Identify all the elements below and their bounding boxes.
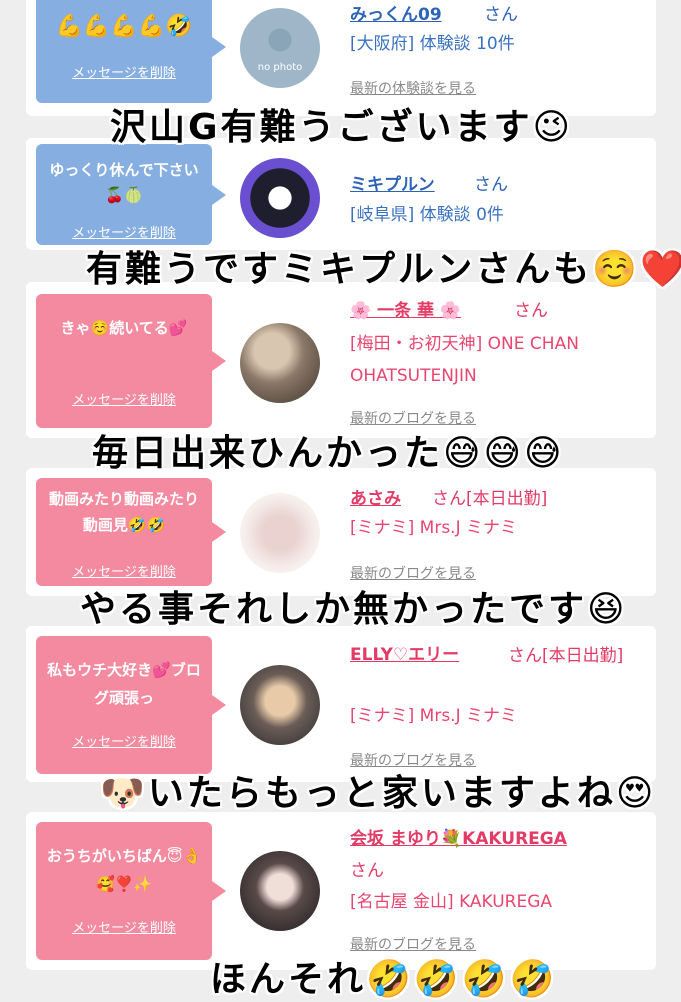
message-text: 私もウチ大好き💕ブログ頑張っ	[47, 661, 201, 707]
message-text: おうちがいちばん😇👌🥰❣️✨	[46, 847, 202, 893]
user-meta: [岐阜県] 体験談 0件	[350, 205, 504, 225]
message-bubble: おうちがいちばん😇👌🥰❣️✨ メッセージを削除	[36, 822, 226, 960]
delete-message-link[interactable]: メッセージを削除	[36, 389, 212, 408]
honorific: さん	[514, 301, 548, 321]
overlay-caption: 🐶いたらもっと家いますよね😍	[100, 773, 657, 814]
user-name-link[interactable]: みっくん09	[350, 0, 442, 25]
avatar[interactable]	[240, 851, 320, 931]
user-name-link[interactable]: 🌸 一条 華 🌸	[350, 296, 461, 321]
user-meta: [ミナミ] Mrs.J ミナミ	[350, 706, 518, 726]
user-meta: [大阪府] 体験談 10件	[350, 34, 515, 54]
message-bubble: 動画みたり動画みたり動画見🤣🤣 メッセージを削除	[36, 478, 226, 586]
user-name-link[interactable]: ELLY♡エリー	[350, 640, 459, 665]
honorific: さん[本日出勤]	[432, 489, 548, 509]
message-bubble: 私もウチ大好き💕ブログ頑張っ メッセージを削除	[36, 636, 226, 774]
user-name-link[interactable]: 会坂 まゆり💐KAKUREGA	[350, 824, 567, 849]
overlay-caption: 沢山G有難うございます😉	[110, 107, 574, 148]
latest-review-link[interactable]: 最新の体験談を見る	[350, 78, 476, 98]
message-text: ゆっくり休んで下さい🍒🍈	[49, 161, 199, 204]
delete-message-link[interactable]: メッセージを削除	[36, 917, 212, 936]
honorific: さん	[350, 861, 384, 881]
delete-message-link[interactable]: メッセージを削除	[36, 561, 212, 580]
avatar[interactable]	[240, 323, 320, 403]
honorific: さん[本日出勤]	[508, 646, 624, 666]
user-meta: [梅田・お初天神] ONE CHAN OHATSUTENJIN	[350, 334, 579, 386]
message-text: 💪💪💪💪🤣	[55, 14, 193, 39]
user-meta: [ミナミ] Mrs.J ミナミ	[350, 518, 518, 538]
avatar[interactable]	[240, 665, 320, 745]
message-bubble: 💪💪💪💪🤣 メッセージを削除	[36, 0, 226, 103]
avatar[interactable]	[240, 158, 320, 238]
avatar[interactable]	[240, 493, 320, 573]
overlay-caption: 有難うですミキプルンさんも☺️❤️	[86, 249, 681, 290]
user-name-link[interactable]: ミキプルン	[350, 170, 435, 195]
delete-message-link[interactable]: メッセージを削除	[36, 62, 212, 81]
user-meta: [名古屋 金山] KAKUREGA	[350, 892, 553, 912]
no-photo-label: no photo	[257, 62, 303, 73]
message-bubble: ゆっくり休んで下さい🍒🍈 メッセージを削除	[36, 144, 226, 245]
avatar[interactable]: no photo	[240, 8, 320, 88]
delete-message-link[interactable]: メッセージを削除	[36, 222, 212, 241]
message-text: きゃ☺️続いてる💕	[60, 319, 188, 337]
user-name[interactable]: みっくん09	[350, 5, 442, 25]
honorific: さん	[474, 175, 508, 195]
message-bubble: きゃ☺️続いてる💕 メッセージを削除	[36, 294, 226, 428]
delete-message-link[interactable]: メッセージを削除	[36, 731, 212, 750]
honorific: さん	[484, 5, 518, 25]
message-text: 動画みたり動画みたり動画見🤣🤣	[48, 490, 199, 534]
overlay-caption: やる事それしか無かったです😆	[80, 589, 628, 630]
user-name-link[interactable]: あさみ	[350, 484, 401, 509]
overlay-caption: 毎日出来ひんかった😅😅😅	[92, 433, 565, 474]
overlay-caption: ほんそれ🤣🤣🤣🤣	[210, 959, 558, 1000]
